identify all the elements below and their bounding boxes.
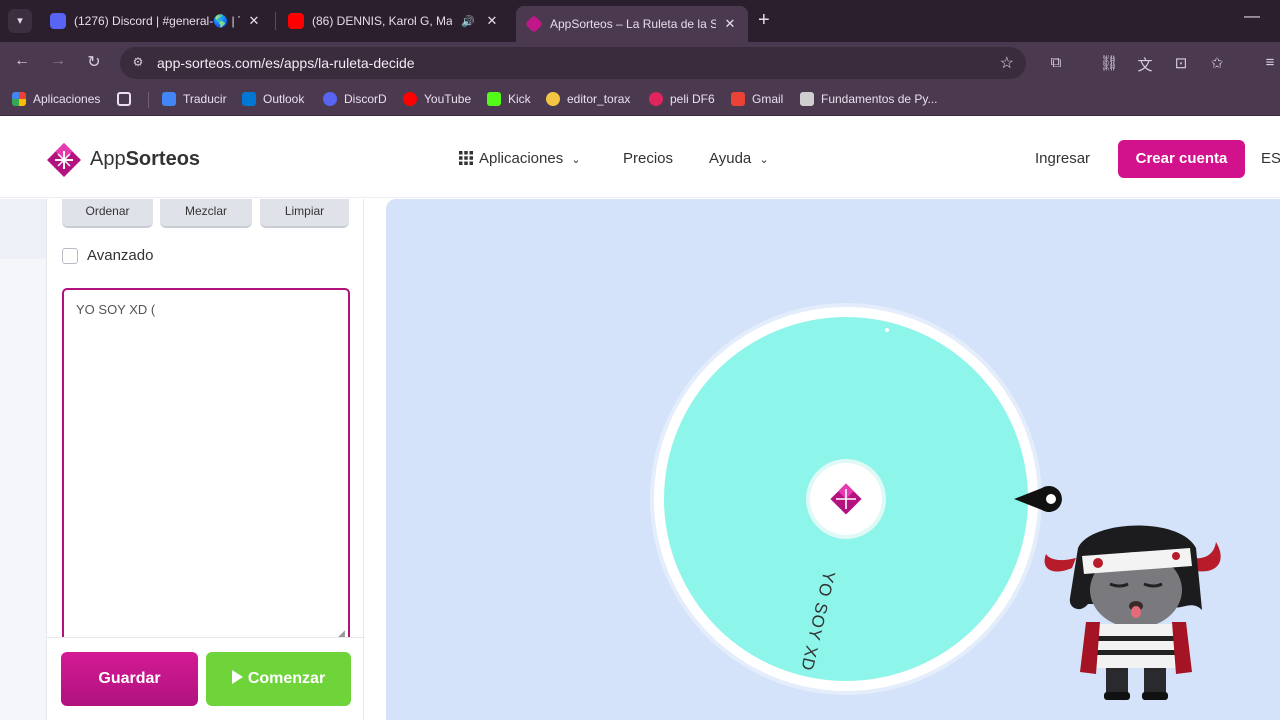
nav-ayuda[interactable]: Ayuda ⌄ bbox=[709, 150, 769, 167]
page-background bbox=[0, 199, 46, 720]
login-link[interactable]: Ingresar bbox=[1035, 150, 1090, 167]
close-tab-icon[interactable]: ✕ bbox=[246, 13, 262, 29]
nav-label: Aplicaciones bbox=[479, 150, 564, 167]
screenshot-icon[interactable]: ⊡ bbox=[1171, 54, 1191, 72]
forward-arrow-icon[interactable]: → bbox=[47, 52, 69, 70]
close-tab-icon[interactable]: ✕ bbox=[484, 13, 500, 29]
browser-toolbar: ← → ↻ ⚙ app-sorteos.com/es/apps/la-rulet… bbox=[0, 42, 1280, 84]
advanced-checkbox[interactable] bbox=[62, 247, 78, 264]
language-selector[interactable]: ES bbox=[1261, 150, 1280, 167]
nav-precios[interactable]: Precios bbox=[623, 150, 673, 167]
bookmark-discord[interactable]: DiscorD bbox=[323, 92, 387, 106]
bookmark-gmail[interactable]: Gmail bbox=[731, 92, 783, 106]
google-translate-icon bbox=[162, 92, 176, 106]
tab-youtube[interactable]: (86) DENNIS, Karol G, Maluma 🔊 ✕ bbox=[278, 6, 510, 36]
discord-icon bbox=[323, 92, 337, 106]
bookmark-grid[interactable] bbox=[117, 92, 138, 106]
logo-text[interactable]: AppSorteos bbox=[90, 148, 200, 171]
bookmark-label: Outlook bbox=[263, 92, 305, 106]
mascot-sticker-image bbox=[1044, 525, 1221, 700]
nav-label: Ayuda bbox=[709, 150, 752, 167]
editor-icon bbox=[546, 92, 560, 106]
grid-icon bbox=[117, 92, 131, 106]
shuffle-button[interactable]: Mezclar bbox=[160, 199, 252, 228]
address-bar-url[interactable]: app-sorteos.com/es/apps/la-ruleta-decide bbox=[157, 55, 415, 71]
apps-grid-icon bbox=[459, 151, 473, 165]
new-tab-button[interactable]: + bbox=[758, 10, 770, 30]
play-icon bbox=[231, 670, 243, 684]
tab-appsorteos[interactable]: AppSorteos – La Ruleta de la Su ✕ bbox=[516, 6, 748, 42]
discord-favicon-icon bbox=[50, 13, 66, 29]
apps-grid-icon bbox=[12, 92, 26, 106]
youtube-favicon-icon bbox=[288, 13, 304, 29]
start-label: Comenzar bbox=[247, 670, 326, 687]
advanced-label: Avanzado bbox=[87, 247, 154, 264]
audio-playing-icon[interactable]: 🔊 bbox=[458, 15, 478, 28]
link-icon[interactable]: ⛓ bbox=[1099, 54, 1119, 72]
extensions-icon[interactable]: ⧉ bbox=[1046, 54, 1066, 71]
tab-discord[interactable]: (1276) Discord | #general-🌎 | T ✕ bbox=[40, 6, 272, 36]
bookmark-label: Aplicaciones bbox=[33, 92, 101, 106]
bookmark-label: Kick bbox=[508, 92, 531, 106]
minimize-window-button[interactable]: — bbox=[1244, 8, 1260, 26]
entries-textarea[interactable] bbox=[62, 288, 350, 638]
advanced-toggle[interactable]: Avanzado bbox=[62, 247, 153, 264]
site-header: AppSorteos Aplicaciones ⌄ Precios Ayuda … bbox=[0, 120, 1280, 198]
bookmark-fundamentos[interactable]: Fundamentos de Py... bbox=[800, 92, 938, 106]
bookmark-label: DiscorD bbox=[344, 92, 387, 106]
close-tab-icon[interactable]: ✕ bbox=[722, 16, 738, 32]
reload-icon[interactable]: ↻ bbox=[83, 52, 105, 72]
tab-title: (1276) Discord | #general-🌎 | T bbox=[74, 14, 240, 28]
bookmark-star-icon[interactable]: ☆ bbox=[1000, 53, 1014, 73]
nav-aplicaciones[interactable]: Aplicaciones ⌄ bbox=[459, 150, 581, 167]
address-bar[interactable]: ⚙ app-sorteos.com/es/apps/la-ruleta-deci… bbox=[120, 47, 1026, 79]
outlook-icon bbox=[242, 92, 256, 106]
bookmark-kick[interactable]: Kick bbox=[487, 92, 531, 106]
menu-icon[interactable]: ≡ bbox=[1260, 54, 1280, 71]
logo-suffix: Sorteos bbox=[125, 148, 201, 170]
tab-title: AppSorteos – La Ruleta de la Su bbox=[550, 17, 716, 31]
bookmark-label: peli DF6 bbox=[670, 92, 715, 106]
bookmark-aplicaciones[interactable]: Aplicaciones bbox=[12, 92, 100, 106]
clear-button[interactable]: Limpiar bbox=[260, 199, 349, 228]
entries-panel: Ordenar Mezclar Limpiar Avanzado ◢ Guard… bbox=[46, 199, 365, 720]
bookmark-outlook[interactable]: Outlook bbox=[242, 92, 304, 106]
youtube-icon bbox=[403, 92, 417, 106]
save-button[interactable]: Guardar bbox=[61, 652, 198, 706]
appsorteos-favicon-icon bbox=[524, 14, 544, 34]
bookmark-peli[interactable]: peli DF6 bbox=[649, 92, 715, 106]
tab-title: (86) DENNIS, Karol G, Maluma bbox=[312, 14, 452, 28]
gmail-icon bbox=[731, 92, 745, 106]
kick-icon bbox=[487, 92, 501, 106]
appsorteos-logo-icon[interactable] bbox=[46, 142, 82, 178]
movie-icon bbox=[649, 92, 663, 106]
translate-icon[interactable]: 文 bbox=[1135, 54, 1155, 75]
chevron-down-icon: ⌄ bbox=[571, 154, 581, 166]
signup-button[interactable]: Crear cuenta bbox=[1118, 140, 1245, 178]
page-icon bbox=[800, 92, 814, 106]
bookmark-youtube[interactable]: YouTube bbox=[403, 92, 471, 106]
logo-prefix: App bbox=[90, 148, 126, 170]
bookmark-label: Gmail bbox=[752, 92, 784, 106]
site-info-icon[interactable]: ⚙ bbox=[130, 55, 146, 71]
back-arrow-icon[interactable]: ← bbox=[11, 52, 33, 70]
bookmark-label: Fundamentos de Py... bbox=[821, 92, 938, 106]
browser-tab-strip: ▾ (1276) Discord | #general-🌎 | T ✕ (86)… bbox=[0, 0, 1280, 42]
bookmark-traducir[interactable]: Traducir bbox=[162, 92, 227, 106]
sort-button[interactable]: Ordenar bbox=[62, 199, 153, 228]
tab-search-button[interactable]: ▾ bbox=[8, 9, 32, 33]
bookmark-label: YouTube bbox=[424, 92, 472, 106]
bookmarks-bar: Aplicaciones Traducir Outlook DiscorD Yo… bbox=[0, 84, 1280, 116]
favorites-icon[interactable]: ✩ bbox=[1207, 54, 1227, 72]
bookmark-editor-torax[interactable]: editor_torax bbox=[546, 92, 630, 106]
bookmark-label: Traducir bbox=[183, 92, 227, 106]
chevron-down-icon: ⌄ bbox=[759, 154, 769, 166]
bookmark-label: editor_torax bbox=[567, 92, 631, 106]
start-button[interactable]: Comenzar bbox=[206, 652, 351, 706]
